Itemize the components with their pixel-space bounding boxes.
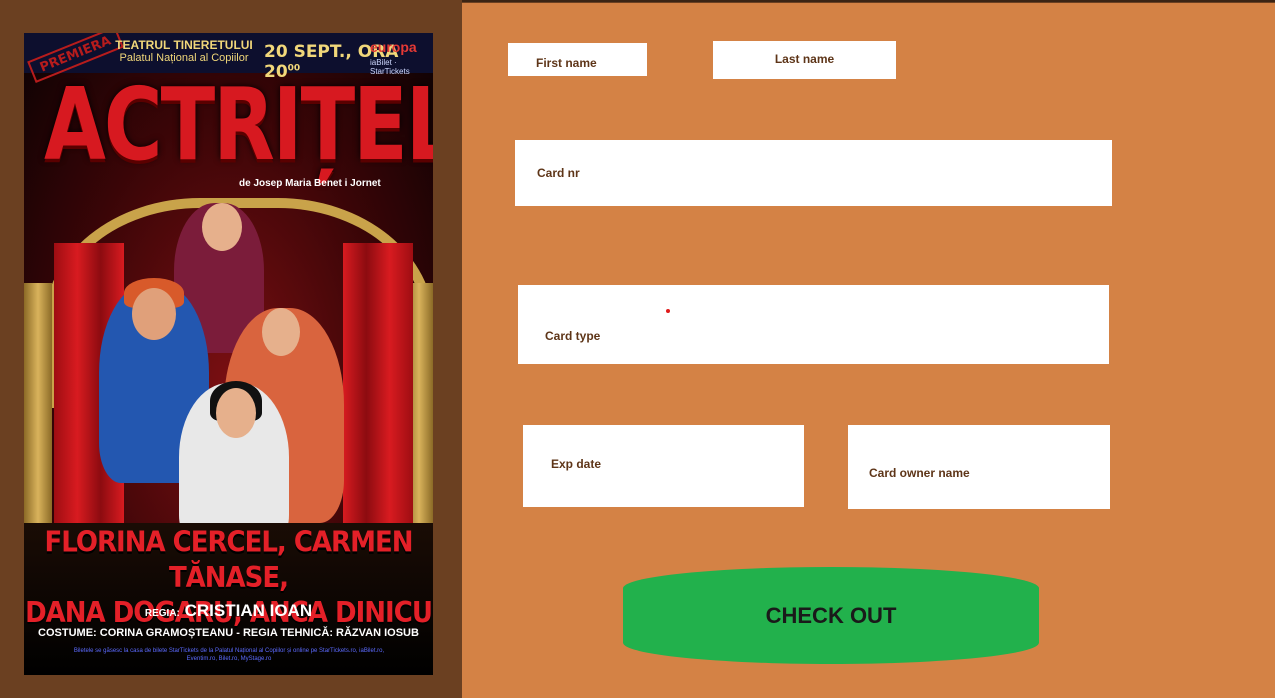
actress-head (132, 288, 176, 340)
exp-date-field[interactable]: Exp date (523, 425, 804, 507)
last-name-label: Last name (774, 52, 835, 66)
actress-head (202, 203, 242, 251)
last-name-field[interactable]: Last name (713, 41, 896, 79)
poster-fine-print: Biletele se găsesc la casa de bilete Sta… (73, 648, 385, 662)
card-owner-name-field[interactable]: Card owner name (848, 425, 1110, 509)
first-name-field[interactable]: First name (508, 43, 647, 76)
theater-name: TEATRUL TINERETULUI Palatul Național al … (114, 39, 254, 65)
card-number-label: Card nr (537, 166, 580, 180)
card-type-field[interactable]: Card type (518, 285, 1109, 364)
card-number-field[interactable]: Card nr (515, 140, 1112, 206)
first-name-label: First name (536, 55, 597, 70)
sponsor-logo: europa (370, 39, 417, 55)
show-author: de Josep Maria Benet i Jornet (239, 178, 381, 189)
theater-title: TEATRUL TINERETULUI (115, 38, 253, 52)
cast-line-1: FLORINA CERCEL, CARMEN TĂNASE, (44, 526, 414, 595)
production-credits: COSTUME: CORINA GRAMOȘTEANU - REGIA TEHN… (38, 627, 419, 639)
cursor-marker (666, 309, 670, 313)
checkout-button[interactable]: CHECK OUT (623, 567, 1039, 664)
show-title: ACTRIȚELE (44, 66, 433, 183)
actress-head (262, 308, 300, 356)
poster-panel: PREMIERA TEATRUL TINERETULUI Palatul Naț… (0, 0, 462, 698)
director-credit: REGIA: CRISTIAN IOAN (24, 601, 433, 621)
card-type-label: Card type (545, 328, 601, 343)
director-label: REGIA: (144, 608, 180, 619)
theater-venue: Palatul Național al Copiilor (119, 52, 249, 64)
checkout-form: First name Last name Card nr Card type E… (462, 3, 1275, 698)
actress-head (216, 388, 256, 438)
director-name: CRISTIAN IOAN (184, 601, 313, 620)
card-owner-name-label: Card owner name (869, 466, 970, 480)
exp-date-label: Exp date (551, 457, 602, 471)
event-poster: PREMIERA TEATRUL TINERETULUI Palatul Naț… (24, 33, 433, 675)
